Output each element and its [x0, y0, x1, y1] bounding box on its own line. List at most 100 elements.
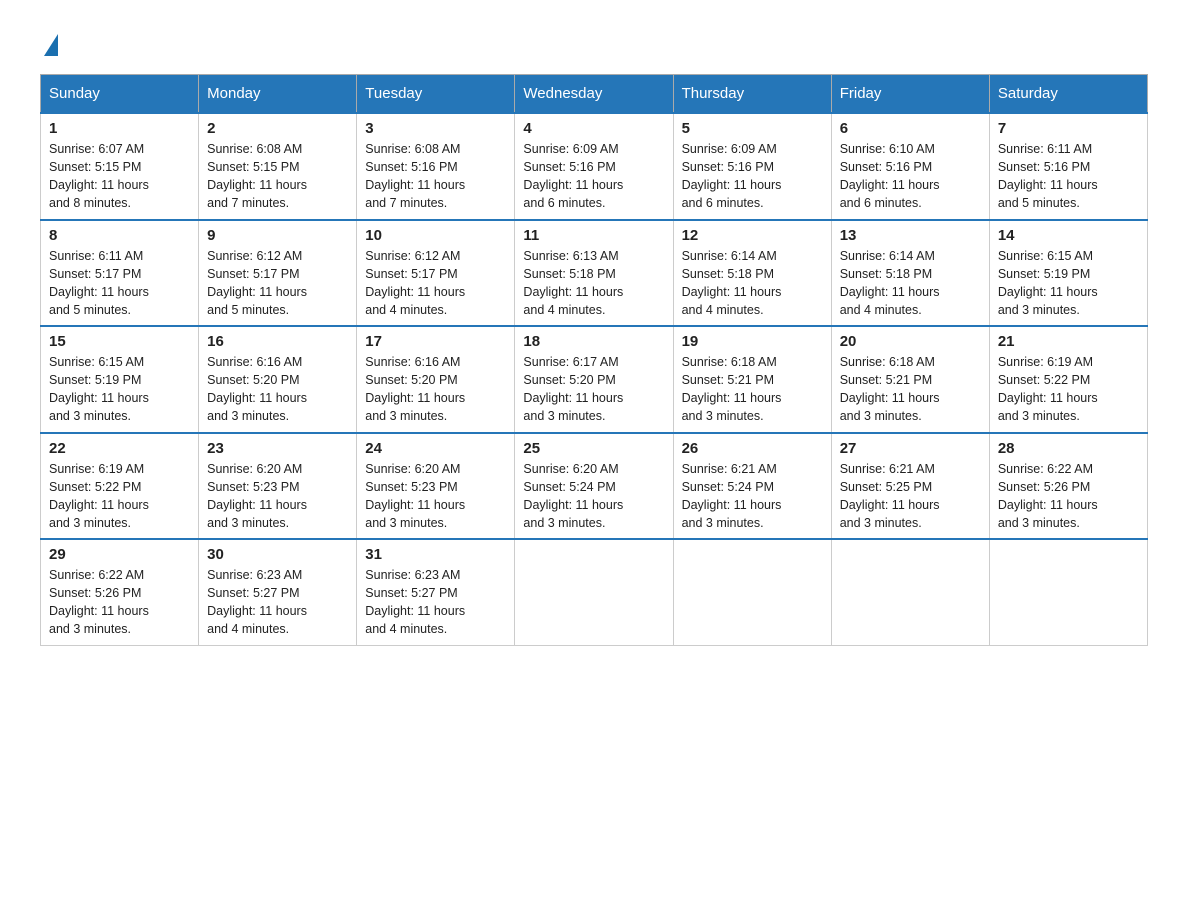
day-info: Sunrise: 6:23 AMSunset: 5:27 PMDaylight:… — [365, 566, 506, 639]
calendar-week-row: 22Sunrise: 6:19 AMSunset: 5:22 PMDayligh… — [41, 433, 1148, 540]
day-info: Sunrise: 6:19 AMSunset: 5:22 PMDaylight:… — [998, 353, 1139, 426]
calendar-day-cell: 22Sunrise: 6:19 AMSunset: 5:22 PMDayligh… — [41, 433, 199, 540]
day-info: Sunrise: 6:22 AMSunset: 5:26 PMDaylight:… — [49, 566, 190, 639]
day-info: Sunrise: 6:18 AMSunset: 5:21 PMDaylight:… — [840, 353, 981, 426]
day-number: 7 — [998, 120, 1139, 137]
day-info: Sunrise: 6:20 AMSunset: 5:23 PMDaylight:… — [207, 460, 348, 533]
calendar-day-cell: 30 Sunrise: 6:23 AMSunset: 5:27 PMDayligh… — [199, 539, 357, 645]
day-info: Sunrise: 6:12 AMSunset: 5:17 PMDaylight:… — [365, 247, 506, 320]
day-info: Sunrise: 6:23 AMSunset: 5:27 PMDaylight:… — [207, 566, 348, 639]
day-info: Sunrise: 6:15 AMSunset: 5:19 PMDaylight:… — [998, 247, 1139, 320]
day-number: 16 — [207, 333, 348, 350]
calendar-week-row: 8 Sunrise: 6:11 AMSunset: 5:17 PMDaylight… — [41, 220, 1148, 327]
calendar-day-cell: 13 Sunrise: 6:14 AMSunset: 5:18 PMDayligh… — [831, 220, 989, 327]
calendar-day-cell: 5 Sunrise: 6:09 AMSunset: 5:16 PMDaylight… — [673, 113, 831, 220]
day-info: Sunrise: 6:20 AMSunset: 5:24 PMDaylight:… — [523, 460, 664, 533]
calendar-day-cell: 3 Sunrise: 6:08 AMSunset: 5:16 PMDaylight… — [357, 113, 515, 220]
calendar-day-cell: 17 Sunrise: 6:16 AMSunset: 5:20 PMDayligh… — [357, 326, 515, 433]
calendar-week-row: 1Sunrise: 6:07 AMSunset: 5:15 PMDaylight… — [41, 113, 1148, 220]
calendar-day-cell: 12Sunrise: 6:14 AMSunset: 5:18 PMDayligh… — [673, 220, 831, 327]
calendar-day-cell: 4Sunrise: 6:09 AMSunset: 5:16 PMDaylight… — [515, 113, 673, 220]
day-info: Sunrise: 6:11 AMSunset: 5:16 PMDaylight:… — [998, 140, 1139, 213]
day-number: 3 — [365, 120, 506, 137]
calendar-day-cell: 16 Sunrise: 6:16 AMSunset: 5:20 PMDayligh… — [199, 326, 357, 433]
day-info: Sunrise: 6:22 AMSunset: 5:26 PMDaylight:… — [998, 460, 1139, 533]
calendar-day-cell: 24Sunrise: 6:20 AMSunset: 5:23 PMDayligh… — [357, 433, 515, 540]
day-info: Sunrise: 6:13 AMSunset: 5:18 PMDaylight:… — [523, 247, 664, 320]
day-number: 23 — [207, 440, 348, 457]
day-info: Sunrise: 6:17 AMSunset: 5:20 PMDaylight:… — [523, 353, 664, 426]
calendar-day-cell — [673, 539, 831, 645]
weekday-header-saturday: Saturday — [989, 75, 1147, 114]
day-number: 31 — [365, 546, 506, 563]
day-number: 27 — [840, 440, 981, 457]
weekday-header-thursday: Thursday — [673, 75, 831, 114]
calendar-day-cell: 18 Sunrise: 6:17 AMSunset: 5:20 PMDayligh… — [515, 326, 673, 433]
day-info: Sunrise: 6:09 AMSunset: 5:16 PMDaylight:… — [682, 140, 823, 213]
day-number: 28 — [998, 440, 1139, 457]
calendar-day-cell — [989, 539, 1147, 645]
weekday-header-tuesday: Tuesday — [357, 75, 515, 114]
calendar-day-cell: 7 Sunrise: 6:11 AMSunset: 5:16 PMDaylight… — [989, 113, 1147, 220]
calendar-day-cell: 6Sunrise: 6:10 AMSunset: 5:16 PMDaylight… — [831, 113, 989, 220]
day-number: 26 — [682, 440, 823, 457]
day-number: 18 — [523, 333, 664, 350]
day-number: 20 — [840, 333, 981, 350]
calendar-day-cell: 26 Sunrise: 6:21 AMSunset: 5:24 PMDayligh… — [673, 433, 831, 540]
calendar-day-cell: 8 Sunrise: 6:11 AMSunset: 5:17 PMDaylight… — [41, 220, 199, 327]
day-number: 12 — [682, 227, 823, 244]
day-number: 13 — [840, 227, 981, 244]
calendar-day-cell: 15Sunrise: 6:15 AMSunset: 5:19 PMDayligh… — [41, 326, 199, 433]
day-number: 6 — [840, 120, 981, 137]
day-number: 5 — [682, 120, 823, 137]
calendar-day-cell — [515, 539, 673, 645]
day-info: Sunrise: 6:08 AMSunset: 5:15 PMDaylight:… — [207, 140, 348, 213]
day-number: 29 — [49, 546, 190, 563]
weekday-header-wednesday: Wednesday — [515, 75, 673, 114]
calendar-day-cell — [831, 539, 989, 645]
day-number: 8 — [49, 227, 190, 244]
calendar-day-cell: 19 Sunrise: 6:18 AMSunset: 5:21 PMDayligh… — [673, 326, 831, 433]
day-number: 11 — [523, 227, 664, 244]
day-number: 22 — [49, 440, 190, 457]
day-info: Sunrise: 6:21 AMSunset: 5:24 PMDaylight:… — [682, 460, 823, 533]
day-number: 21 — [998, 333, 1139, 350]
logo-triangle-icon — [44, 34, 58, 56]
weekday-header-friday: Friday — [831, 75, 989, 114]
day-number: 9 — [207, 227, 348, 244]
day-number: 2 — [207, 120, 348, 137]
weekday-header-monday: Monday — [199, 75, 357, 114]
day-info: Sunrise: 6:16 AMSunset: 5:20 PMDaylight:… — [365, 353, 506, 426]
day-number: 25 — [523, 440, 664, 457]
calendar-day-cell: 20 Sunrise: 6:18 AMSunset: 5:21 PMDayligh… — [831, 326, 989, 433]
page-header — [40, 30, 1148, 54]
calendar-day-cell: 2 Sunrise: 6:08 AMSunset: 5:15 PMDaylight… — [199, 113, 357, 220]
day-number: 19 — [682, 333, 823, 350]
calendar-day-cell: 14Sunrise: 6:15 AMSunset: 5:19 PMDayligh… — [989, 220, 1147, 327]
calendar-day-cell: 10 Sunrise: 6:12 AMSunset: 5:17 PMDayligh… — [357, 220, 515, 327]
day-number: 15 — [49, 333, 190, 350]
day-info: Sunrise: 6:20 AMSunset: 5:23 PMDaylight:… — [365, 460, 506, 533]
day-info: Sunrise: 6:21 AMSunset: 5:25 PMDaylight:… — [840, 460, 981, 533]
weekday-header-sunday: Sunday — [41, 75, 199, 114]
calendar-day-cell: 23 Sunrise: 6:20 AMSunset: 5:23 PMDayligh… — [199, 433, 357, 540]
day-info: Sunrise: 6:09 AMSunset: 5:16 PMDaylight:… — [523, 140, 664, 213]
day-number: 10 — [365, 227, 506, 244]
day-info: Sunrise: 6:16 AMSunset: 5:20 PMDaylight:… — [207, 353, 348, 426]
calendar-day-cell: 9Sunrise: 6:12 AMSunset: 5:17 PMDaylight… — [199, 220, 357, 327]
calendar-day-cell: 25 Sunrise: 6:20 AMSunset: 5:24 PMDayligh… — [515, 433, 673, 540]
calendar-day-cell: 28 Sunrise: 6:22 AMSunset: 5:26 PMDayligh… — [989, 433, 1147, 540]
day-info: Sunrise: 6:08 AMSunset: 5:16 PMDaylight:… — [365, 140, 506, 213]
day-info: Sunrise: 6:18 AMSunset: 5:21 PMDaylight:… — [682, 353, 823, 426]
day-number: 1 — [49, 120, 190, 137]
day-number: 30 — [207, 546, 348, 563]
calendar-day-cell: 27 Sunrise: 6:21 AMSunset: 5:25 PMDayligh… — [831, 433, 989, 540]
calendar-week-row: 15Sunrise: 6:15 AMSunset: 5:19 PMDayligh… — [41, 326, 1148, 433]
calendar-day-cell: 21 Sunrise: 6:19 AMSunset: 5:22 PMDayligh… — [989, 326, 1147, 433]
calendar-day-cell: 1Sunrise: 6:07 AMSunset: 5:15 PMDaylight… — [41, 113, 199, 220]
day-number: 17 — [365, 333, 506, 350]
day-info: Sunrise: 6:14 AMSunset: 5:18 PMDaylight:… — [840, 247, 981, 320]
day-info: Sunrise: 6:11 AMSunset: 5:17 PMDaylight:… — [49, 247, 190, 320]
calendar-table: SundayMondayTuesdayWednesdayThursdayFrid… — [40, 74, 1148, 646]
calendar-day-cell: 31 Sunrise: 6:23 AMSunset: 5:27 PMDayligh… — [357, 539, 515, 645]
